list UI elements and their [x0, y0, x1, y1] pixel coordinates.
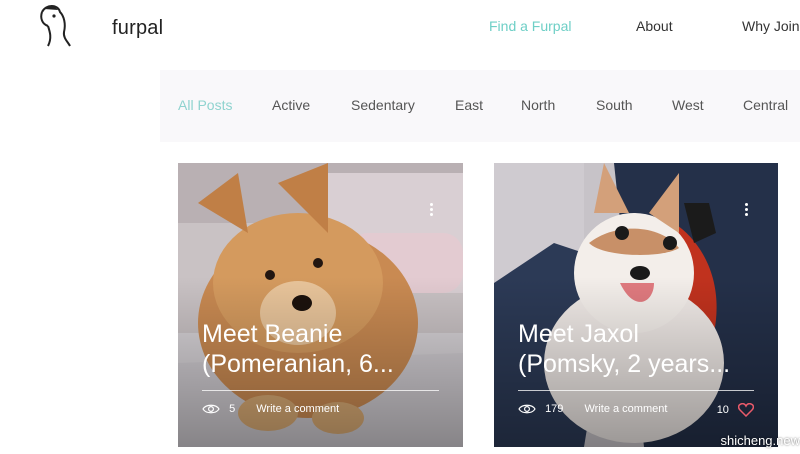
- nav-find-a-furpal[interactable]: Find a Furpal: [489, 18, 571, 34]
- category-west[interactable]: West: [672, 97, 704, 113]
- like-button[interactable]: 10: [717, 403, 754, 417]
- view-count: 5: [229, 403, 236, 416]
- category-active[interactable]: Active: [272, 97, 310, 113]
- divider: [202, 390, 439, 391]
- post-stats: 179 Write a comment: [518, 403, 667, 421]
- more-options-icon[interactable]: [744, 203, 748, 219]
- watermark: shicheng.new: [720, 433, 800, 448]
- post-card[interactable]: Meet Beanie (Pomeranian, 6... 5 Write a …: [178, 163, 463, 447]
- post-card[interactable]: Meet Jaxol (Pomsky, 2 years... 179 Write…: [494, 163, 778, 447]
- post-stats: 5 Write a comment: [202, 403, 339, 421]
- nav-about[interactable]: About: [636, 18, 673, 34]
- category-east[interactable]: East: [455, 97, 483, 113]
- write-comment-link[interactable]: Write a comment: [256, 403, 339, 415]
- eye-icon: [518, 404, 536, 414]
- more-options-icon[interactable]: [429, 203, 433, 219]
- dog-logo-icon: [40, 5, 71, 47]
- category-sedentary[interactable]: Sedentary: [351, 97, 415, 113]
- write-comment-link[interactable]: Write a comment: [584, 403, 667, 415]
- category-all-posts[interactable]: All Posts: [178, 97, 232, 113]
- logo-text: furpal: [112, 17, 164, 39]
- category-south[interactable]: South: [596, 97, 633, 113]
- like-count: 10: [716, 403, 729, 416]
- nav-why-join[interactable]: Why Join?: [742, 18, 800, 34]
- post-title[interactable]: Meet Jaxol (Pomsky, 2 years...: [518, 319, 768, 379]
- category-central[interactable]: Central: [743, 97, 788, 113]
- logo[interactable]: furpal: [36, 2, 163, 50]
- heart-icon: [738, 403, 754, 417]
- view-count: 179: [545, 403, 564, 416]
- divider: [518, 390, 754, 391]
- category-north[interactable]: North: [521, 97, 555, 113]
- eye-icon: [202, 404, 220, 414]
- post-title[interactable]: Meet Beanie (Pomeranian, 6...: [202, 319, 452, 379]
